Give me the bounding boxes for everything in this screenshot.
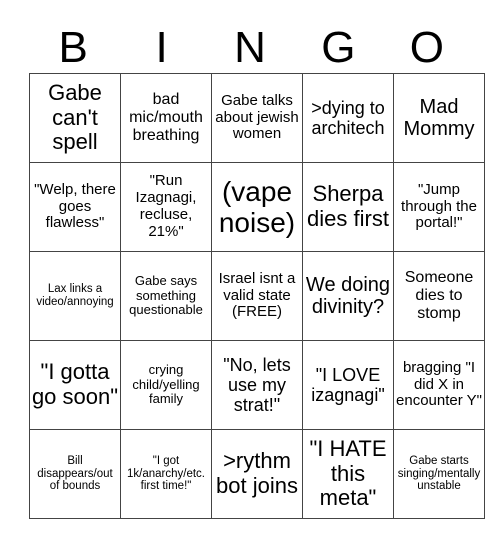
bingo-cell[interactable]: Mad Mommy [393,73,485,163]
grid-row: Lax links a video/annoying Gabe says som… [29,251,485,341]
header-letter-i: I [155,23,168,72]
grid-row: "I gotta go soon" crying child/yelling f… [29,340,485,430]
bingo-cell[interactable]: "No, lets use my strat!" [211,340,303,430]
bingo-cell[interactable]: >dying to architech [302,73,394,163]
bingo-header: B I N G O [29,24,471,72]
bingo-cell[interactable]: Sherpa dies first [302,162,394,252]
bingo-cell[interactable]: Gabe says something questionable [120,251,212,341]
grid-row: Bill disappears/out of bounds "I got 1k/… [29,429,485,519]
bingo-cell[interactable]: bad mic/mouth breathing [120,73,212,163]
grid-row: Gabe can't spell bad mic/mouth breathing… [29,73,485,163]
bingo-cell[interactable]: "Welp, there goes flawless" [29,162,121,252]
bingo-cell[interactable]: "Run Izagnagi, recluse, 21%" [120,162,212,252]
header-letter-g: G [321,23,356,72]
bingo-cell[interactable]: Gabe starts singing/mentally unstable [393,429,485,519]
bingo-cell[interactable]: Gabe talks about jewish women [211,73,303,163]
header-letter-o: O [409,23,444,72]
grid-row: "Welp, there goes flawless" "Run Izagnag… [29,162,485,252]
bingo-cell[interactable]: "Jump through the portal!" [393,162,485,252]
bingo-grid: Gabe can't spell bad mic/mouth breathing… [29,73,485,519]
header-letter-n: N [234,23,266,72]
bingo-cell[interactable]: "I HATE this meta" [302,429,394,519]
bingo-cell[interactable]: "I got 1k/anarchy/etc. first time!" [120,429,212,519]
bingo-cell[interactable]: Someone dies to stomp [393,251,485,341]
bingo-cell[interactable]: >rythm bot joins [211,429,303,519]
bingo-cell[interactable]: "I LOVE izagnagi" [302,340,394,430]
header-letter-b: B [58,23,88,72]
bingo-cell[interactable]: Bill disappears/out of bounds [29,429,121,519]
bingo-cell[interactable]: "I gotta go soon" [29,340,121,430]
bingo-cell[interactable]: Lax links a video/annoying [29,251,121,341]
bingo-cell[interactable]: crying child/yelling family [120,340,212,430]
bingo-cell[interactable]: We doing divinity? [302,251,394,341]
bingo-cell[interactable]: bragging "I did X in encounter Y" [393,340,485,430]
bingo-cell[interactable]: (vape noise) [211,162,303,252]
bingo-cell[interactable]: Israel isnt a valid state (FREE) [211,251,303,341]
bingo-cell[interactable]: Gabe can't spell [29,73,121,163]
